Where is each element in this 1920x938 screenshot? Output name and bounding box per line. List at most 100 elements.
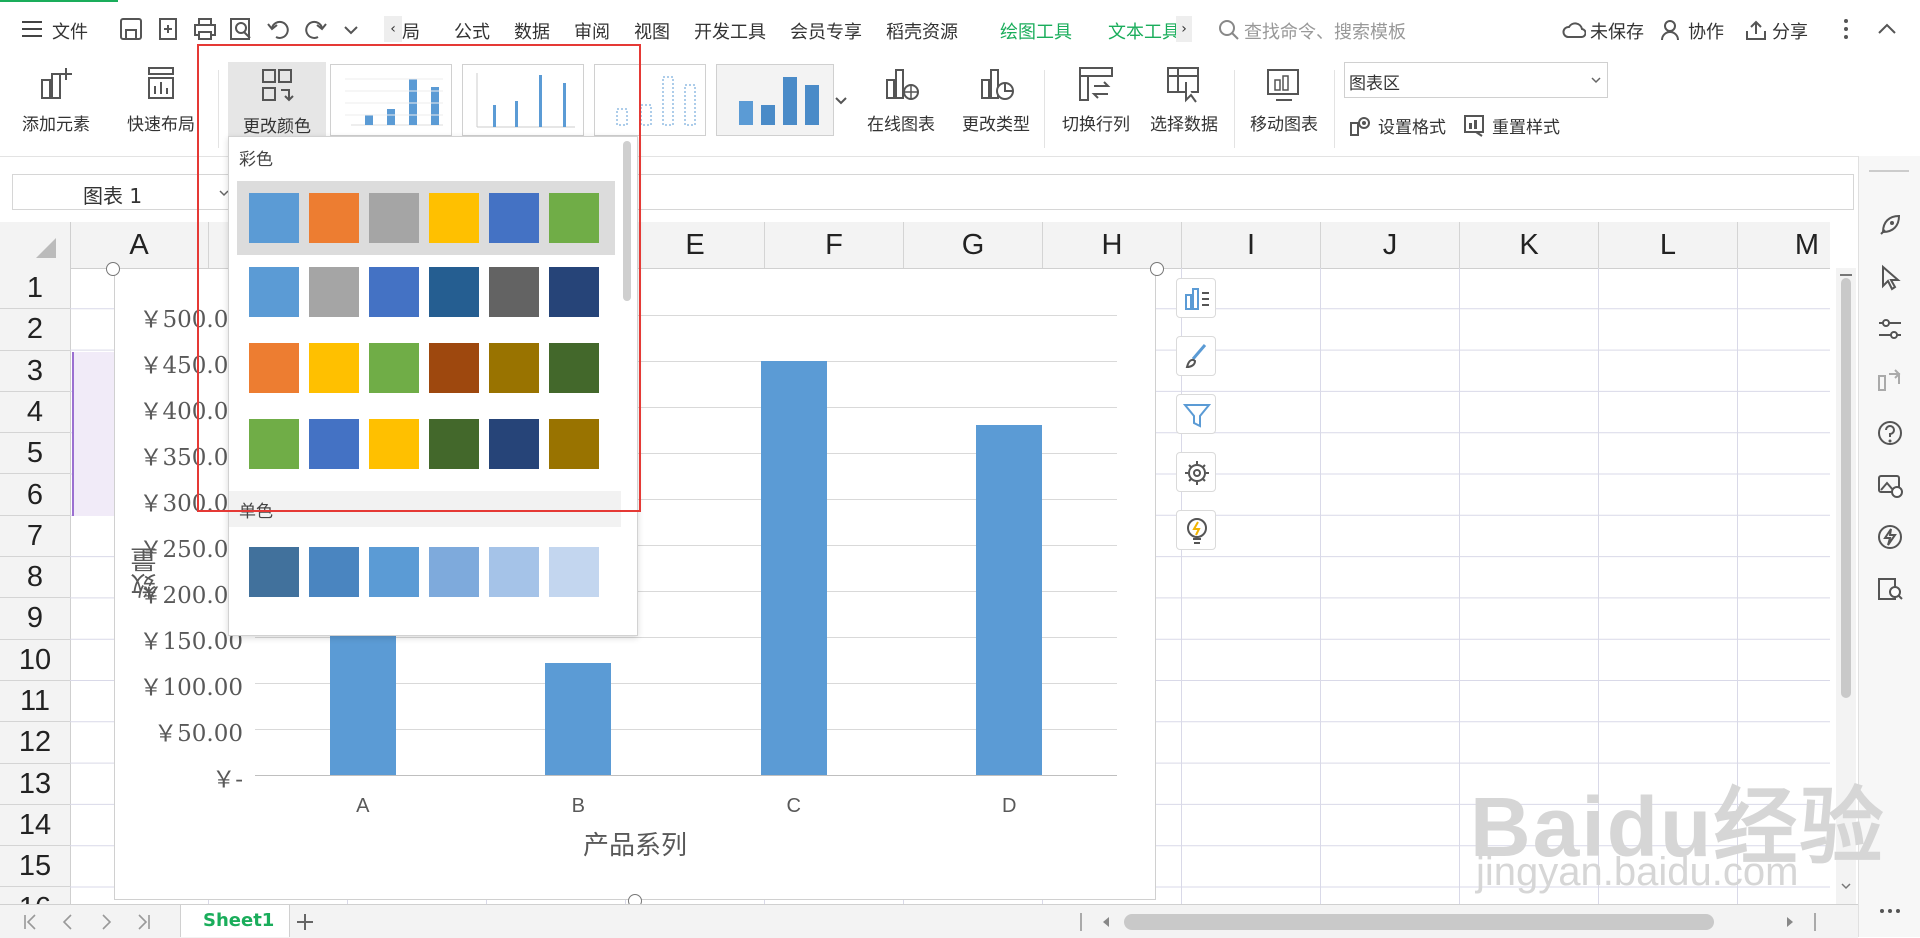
smart-tip-bulb-icon[interactable] [1176,510,1216,550]
chart-style-brush-icon[interactable] [1176,336,1216,376]
color-swatch[interactable] [309,419,359,469]
column-header-k[interactable]: K [1460,222,1599,268]
change-type-button[interactable]: 更改类型 [956,64,1036,135]
mono-color-swatch[interactable] [549,547,599,597]
vertical-scroll-thumb[interactable] [1841,278,1851,698]
color-swatch[interactable] [549,343,599,393]
properties-sliders-icon[interactable] [1875,314,1905,344]
resize-handle[interactable] [1150,262,1164,276]
row-header-11[interactable]: 11 [0,681,70,723]
column-header-j[interactable]: J [1321,222,1460,268]
reset-style-button[interactable]: 重置样式 [1462,110,1572,138]
add-sheet-icon[interactable] [294,911,316,933]
chart-element-select[interactable]: 图表区 [1344,62,1608,98]
row-header-7[interactable]: 7 [0,516,70,558]
move-chart-button[interactable]: 移动图表 [1244,64,1324,135]
color-swatch[interactable] [549,193,599,243]
add-element-button[interactable]: 添加元素 [16,64,96,135]
scroll-right-icon[interactable] [1784,915,1796,929]
tab-view[interactable]: 视图 [634,18,670,44]
row-header-13[interactable]: 13 [0,764,70,805]
color-swatch[interactable] [309,193,359,243]
tab-member[interactable]: 会员专享 [790,18,862,44]
column-header-i[interactable]: I [1182,222,1321,268]
color-swatch[interactable] [369,343,419,393]
color-swatch[interactable] [489,343,539,393]
mono-color-swatch[interactable] [429,547,479,597]
tabs-scroll-right[interactable]: › [1176,16,1192,42]
row-header-5[interactable]: 5 [0,433,70,475]
dropdown-scrollbar[interactable] [623,141,631,301]
next-sheet-icon[interactable] [98,913,114,931]
share-button[interactable]: 分享 [1744,16,1824,44]
column-header-a[interactable]: A [70,222,209,268]
resize-handle[interactable] [106,262,120,276]
bar-a[interactable] [329,632,396,775]
first-sheet-icon[interactable] [22,913,38,931]
column-header-h[interactable]: H [1043,222,1182,268]
set-format-button[interactable]: 设置格式 [1348,110,1458,138]
x-axis-title[interactable]: 产品系列 [515,825,755,862]
online-chart-button[interactable]: 在线图表 [858,64,944,135]
y-axis-title[interactable]: 数量 [127,519,161,599]
row-header-10[interactable]: 10 [0,640,70,681]
column-header-g[interactable]: G [904,222,1043,268]
color-swatch[interactable] [429,193,479,243]
export-pdf-icon[interactable] [156,16,182,42]
color-swatch[interactable] [549,267,599,317]
prev-sheet-icon[interactable] [60,913,76,931]
book-search-icon[interactable] [1875,574,1905,604]
tab-review[interactable]: 审阅 [574,18,610,44]
color-swatch[interactable] [369,193,419,243]
customize-dropdown-icon[interactable] [342,16,360,42]
color-swatch[interactable] [489,419,539,469]
rocket-icon[interactable] [1875,210,1905,240]
chart-style-thumb-1[interactable] [330,64,452,136]
select-cursor-icon[interactable] [1875,262,1905,292]
row-header-6[interactable]: 6 [0,475,70,516]
switch-row-col-button[interactable]: 切换行列 [1056,64,1136,135]
color-swatch[interactable] [249,193,299,243]
horizontal-scroll-thumb[interactable] [1124,914,1714,930]
chart-style-thumb-4[interactable] [716,64,834,136]
color-swatch[interactable] [429,343,479,393]
bar-b[interactable] [545,662,612,775]
split-handle[interactable] [1814,913,1816,931]
column-header-m[interactable]: M [1738,222,1877,268]
row-header-4[interactable]: 4 [0,392,70,434]
bar-d[interactable] [976,425,1043,775]
formula-bar[interactable] [636,174,1854,210]
row-header-2[interactable]: 2 [0,309,70,351]
color-swatch[interactable] [429,267,479,317]
mono-color-swatch[interactable] [489,547,539,597]
undo-icon[interactable] [266,16,292,42]
color-swatch[interactable] [249,267,299,317]
name-box[interactable]: 图表 1 [12,174,236,210]
color-swatch[interactable] [369,419,419,469]
color-swatch[interactable] [489,193,539,243]
row-header-15[interactable]: 15 [0,846,70,888]
transform-icon[interactable] [1875,366,1905,396]
row-header-8[interactable]: 8 [0,557,70,599]
print-preview-icon[interactable] [228,16,254,42]
tabs-scroll-left[interactable]: ‹ [384,16,402,42]
chart-filter-icon[interactable] [1176,394,1216,434]
chart-elements-icon[interactable] [1176,278,1216,318]
collab-button[interactable]: 协作 [1660,16,1740,44]
mono-color-swatch[interactable] [249,547,299,597]
color-swatch[interactable] [489,267,539,317]
mono-color-swatch[interactable] [369,547,419,597]
select-all-corner[interactable] [0,222,71,268]
scroll-left-icon[interactable] [1100,915,1112,929]
row-header-14[interactable]: 14 [0,805,70,847]
tab-layout[interactable]: 局 [402,18,420,44]
tab-text-tools[interactable]: 文本工具 [1108,18,1180,44]
tab-developer[interactable]: 开发工具 [694,18,766,44]
redo-icon[interactable] [302,16,328,42]
mono-color-swatch[interactable] [309,547,359,597]
color-swatch[interactable] [429,419,479,469]
row-header-1[interactable]: 1 [0,268,70,310]
hamburger-icon[interactable] [22,20,44,38]
lightning-icon[interactable] [1875,522,1905,552]
row-header-9[interactable]: 9 [0,598,70,640]
